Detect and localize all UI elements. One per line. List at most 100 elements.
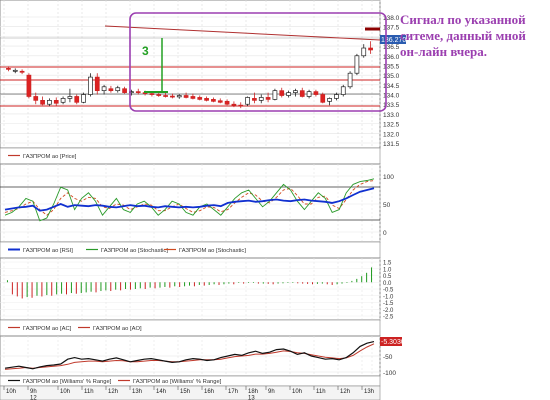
time-label: 14h xyxy=(156,389,166,395)
candle-body xyxy=(217,100,223,103)
candle-body xyxy=(299,90,305,97)
candle-body xyxy=(170,95,175,98)
candle-body xyxy=(327,98,332,102)
price-plot-area xyxy=(0,0,381,149)
candle-body xyxy=(135,91,141,93)
time-label: 18h xyxy=(248,389,258,395)
candle-body xyxy=(6,68,11,70)
candle-body xyxy=(306,91,312,97)
oscillator-legend: ГАЗПРОМ ao [RSI] ГАЗПРОМ ao [Stochastic] Г… xyxy=(8,248,246,254)
candle-body xyxy=(354,55,360,74)
time-label: 17h xyxy=(228,389,238,395)
candle-body xyxy=(33,96,39,101)
accelerator-y-axis: 1.51.00.50.0-0.5-1.0-1.5-2.0-2.5 xyxy=(383,261,394,321)
price-y-tick: 132.5 xyxy=(383,122,400,129)
price-y-tick: 132.0 xyxy=(383,131,400,138)
candle-body xyxy=(279,90,285,96)
candle-body xyxy=(258,97,264,101)
ac-y-tick: 0.5 xyxy=(383,274,392,280)
osc-y-tick: 50 xyxy=(383,202,391,209)
candle-body xyxy=(197,97,203,100)
candle-body xyxy=(26,74,32,97)
wr-y-tick: -50 xyxy=(383,354,393,361)
legend-label: ГАЗПРОМ ao [Stochastic] xyxy=(179,248,246,254)
candle-body xyxy=(204,98,209,101)
osc-y-tick: 0 xyxy=(383,230,387,237)
oscillator-y-axis: 100 50 0 xyxy=(383,174,394,237)
candle-body xyxy=(176,95,182,98)
candle-body xyxy=(347,72,353,88)
date-label: 12 xyxy=(30,396,37,400)
candle-body xyxy=(163,95,168,97)
ac-y-tick: -1.5 xyxy=(383,301,394,307)
candle-body xyxy=(293,90,298,93)
candle-body xyxy=(265,97,271,100)
ac-y-tick: 1.5 xyxy=(383,261,392,267)
legend-label: ГАЗПРОМ ao [Williams' % Range] xyxy=(23,379,112,385)
ac-y-tick: 0.0 xyxy=(383,281,392,287)
accelerator-panel[interactable]: 1.51.00.50.0-0.5-1.0-1.5-2.0-2.5 xyxy=(0,257,394,321)
time-label: 10h xyxy=(60,389,70,395)
candle-body xyxy=(211,99,216,102)
price-y-tick: 131.5 xyxy=(383,141,400,148)
date-label: 13 xyxy=(248,396,255,400)
candle-body xyxy=(19,70,25,73)
time-label: 10h xyxy=(292,389,302,395)
time-label: 13h xyxy=(364,389,374,395)
candle-body xyxy=(67,96,73,99)
williams-y-axis: -50 -100 xyxy=(383,354,396,377)
signal-label: 3 xyxy=(142,44,149,58)
candle-body xyxy=(231,103,237,106)
ac-y-tick: -2.5 xyxy=(383,315,394,321)
candle-body xyxy=(156,94,162,96)
candle-body xyxy=(238,104,244,107)
legend-label: ГАЗПРОМ ao [Price] xyxy=(23,154,77,160)
candle-body xyxy=(108,88,114,92)
time-label: 12h xyxy=(340,389,350,395)
candle-body xyxy=(245,97,250,105)
candle-body xyxy=(74,96,80,103)
candle-body xyxy=(81,94,86,103)
price-panel[interactable]: 138.0137.5137.0136.5136.0135.5135.0134.5… xyxy=(0,0,410,149)
candle-body xyxy=(272,90,278,100)
ac-y-tick: -2.0 xyxy=(383,308,394,314)
wr-y-tick: -100 xyxy=(383,370,396,377)
time-label: 16h xyxy=(204,389,214,395)
time-label: 11h xyxy=(84,389,94,395)
candle-body xyxy=(334,94,339,99)
williams-value-badge: -5.3030 xyxy=(381,339,405,346)
candle-body xyxy=(101,86,107,92)
candle-body xyxy=(320,94,326,103)
time-label: 15h xyxy=(180,389,190,395)
candle-body xyxy=(115,87,121,92)
candle-body xyxy=(252,98,257,101)
ac-y-tick: -1.0 xyxy=(383,294,394,300)
candle-body xyxy=(190,96,196,99)
chart-canvas: 138.0137.5137.0136.5136.0135.5135.0134.5… xyxy=(0,0,410,400)
oscillator-panel[interactable]: 100 50 0 xyxy=(0,163,394,243)
candle-body xyxy=(224,100,230,105)
time-label: 11h xyxy=(316,389,326,395)
candle-body xyxy=(183,95,189,98)
ac-y-tick: 1.0 xyxy=(383,267,392,273)
osc-y-tick: 100 xyxy=(383,174,394,181)
candle-body xyxy=(361,47,367,57)
time-label: 12h xyxy=(108,389,118,395)
legend-label: ГАЗПРОМ ao [Williams' % Range] xyxy=(133,379,222,385)
candle-body xyxy=(40,100,45,105)
legend-label: ГАЗПРОМ ao [RSI] xyxy=(23,248,73,254)
candle-body xyxy=(313,91,319,95)
price-y-tick: 133.0 xyxy=(383,112,400,119)
time-label: 10h xyxy=(6,389,16,395)
candle-body xyxy=(12,69,18,72)
candle-body xyxy=(149,93,155,95)
williams-panel[interactable]: -50 -100 -5.3030 xyxy=(0,335,405,377)
candle-body xyxy=(122,88,127,93)
candle-body xyxy=(286,92,291,96)
annotation-text: Сигнал по указанной ситеме, данный мной … xyxy=(400,12,526,59)
time-label: 13h xyxy=(132,389,142,395)
candle-body xyxy=(368,47,373,51)
candle-body xyxy=(88,76,93,95)
candle-body xyxy=(340,86,346,95)
time-label: 9h xyxy=(268,389,275,395)
